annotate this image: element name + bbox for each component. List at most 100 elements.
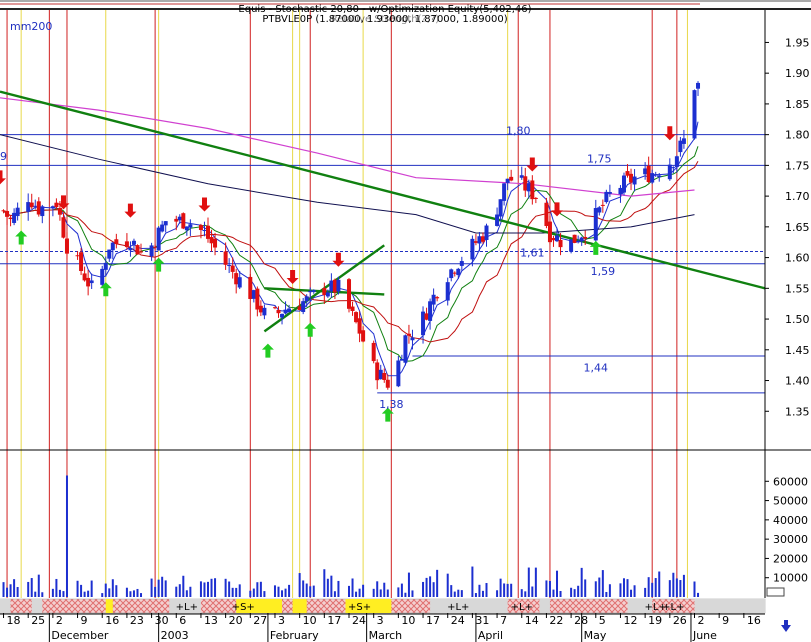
volume-bar-33 xyxy=(161,576,164,597)
candle-body-122 xyxy=(600,204,605,206)
candle-body-10 xyxy=(50,206,55,208)
price-tick-label-4: 1.55 xyxy=(785,282,810,295)
price-tick-label-10: 1.85 xyxy=(785,98,810,111)
volume-bar-5 xyxy=(27,581,30,597)
volume-bar-75 xyxy=(372,588,375,597)
price-tick-label-0: 1.35 xyxy=(785,405,810,418)
candle-body-128 xyxy=(629,173,634,183)
candle-body-41 xyxy=(202,230,207,232)
candle-body-3 xyxy=(12,212,17,223)
volume-bar-102 xyxy=(503,583,506,597)
volume-bar-52 xyxy=(256,582,259,597)
x-tick-label-19: 31 xyxy=(475,614,489,627)
candle-body-86 xyxy=(424,313,429,320)
volume-bar-61 xyxy=(302,580,305,597)
volume-bar-35 xyxy=(175,586,178,597)
candle-body-37 xyxy=(181,213,186,229)
candle-body-119 xyxy=(583,236,588,239)
band-neutral-6 xyxy=(694,599,765,613)
candle-body-111 xyxy=(547,221,552,243)
volume-bar-134 xyxy=(658,571,661,597)
candle-body-0 xyxy=(1,210,6,212)
candle-body-79 xyxy=(385,379,390,388)
volume-bar-66 xyxy=(326,578,329,597)
volume-bar-87 xyxy=(429,576,432,597)
candle-body-74 xyxy=(361,330,366,342)
candle-body-137 xyxy=(674,156,679,168)
candle-body-28 xyxy=(135,245,140,255)
candle-body-84 xyxy=(410,337,415,341)
volume-bar-127 xyxy=(626,579,629,597)
candle-body-129 xyxy=(632,176,637,185)
volume-bar-65 xyxy=(323,569,326,597)
volume-bar-89 xyxy=(436,569,439,597)
chart: +L+ +S+ +S+ +L+ +L+ +L++L+ 1.351.401.451.501.… xyxy=(0,0,811,642)
volume-bar-76 xyxy=(376,581,379,597)
candle-body-68 xyxy=(332,279,337,293)
volume-bar-128 xyxy=(630,589,633,597)
volume-bar-1 xyxy=(6,587,9,597)
volume-bar-105 xyxy=(520,589,523,597)
volume-bar-19 xyxy=(90,580,93,597)
candle-body-82 xyxy=(403,335,408,363)
volume-bar-57 xyxy=(281,590,284,597)
volume-tick-label-3: 40000 xyxy=(773,514,808,527)
volume-bar-69 xyxy=(337,580,340,597)
candle-body-91 xyxy=(449,269,454,279)
volume-bar-104 xyxy=(510,583,513,597)
volume-bar-103 xyxy=(506,583,509,597)
volume-bar-140 xyxy=(693,581,696,597)
volume-bar-83 xyxy=(407,572,410,597)
volume-bar-100 xyxy=(496,590,499,597)
band-label-0: +L+ xyxy=(176,602,198,613)
x-tick-label-9: 20 xyxy=(229,614,243,627)
price-label-1: 1,75 xyxy=(587,152,612,165)
x-tick-label-28: 2 xyxy=(697,614,704,627)
x-tick-label-13: 17 xyxy=(327,614,341,627)
volume-bar-81 xyxy=(400,583,403,597)
volume-bar-101 xyxy=(499,578,502,597)
candle-body-110 xyxy=(544,202,549,226)
volume-bar-55 xyxy=(273,585,276,597)
candle-body-115 xyxy=(569,239,574,252)
volume-bar-50 xyxy=(249,590,252,597)
candle-body-62 xyxy=(304,296,309,302)
volume-bar-60 xyxy=(298,573,301,597)
volume-bar-17 xyxy=(83,591,86,597)
volume-bar-30 xyxy=(150,578,153,597)
volume-bar-9 xyxy=(41,592,44,597)
candle-body-75 xyxy=(371,342,376,362)
volume-bar-130 xyxy=(644,587,647,597)
price-tick-label-12: 1.95 xyxy=(785,36,810,49)
candle-body-133 xyxy=(653,174,658,176)
candle-body-136 xyxy=(671,167,676,169)
x-tick-label-25: 12 xyxy=(623,614,637,627)
volume-tick-label-2: 30000 xyxy=(773,533,808,546)
candle-body-103 xyxy=(505,178,510,183)
volume-bar-13 xyxy=(62,591,65,597)
candle-body-97 xyxy=(477,236,482,244)
volume-bar-42 xyxy=(206,581,209,597)
volume-bar-24 xyxy=(115,585,118,597)
volume-bar-74 xyxy=(362,584,365,597)
volume-bar-20 xyxy=(101,593,104,597)
candle-body-135 xyxy=(667,164,672,180)
candle-body-85 xyxy=(421,311,426,336)
candle-body-66 xyxy=(325,292,330,297)
volume-bar-88 xyxy=(432,582,435,597)
volume-bar-10 xyxy=(51,588,54,597)
volume-bar-123 xyxy=(605,591,608,597)
volume-bar-70 xyxy=(348,585,351,597)
band-short-2 xyxy=(292,599,307,613)
volume-bar-113 xyxy=(556,570,559,597)
candle-body-105 xyxy=(519,175,524,178)
candle-body-109 xyxy=(533,197,538,199)
volume-bar-37 xyxy=(182,575,185,597)
candle-body-116 xyxy=(572,234,577,243)
x-tick-label-27: 26 xyxy=(673,614,687,627)
volume-bar-95 xyxy=(471,566,474,597)
price-label-2: 1,61 xyxy=(520,246,545,259)
candle-body-98 xyxy=(480,236,485,242)
candle-body-8 xyxy=(36,201,41,215)
chart-background xyxy=(0,0,811,642)
